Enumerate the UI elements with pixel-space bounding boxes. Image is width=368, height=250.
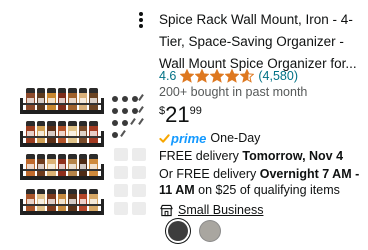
product-title[interactable]: Spice Rack Wall Mount, Iron - 4-Tier, Sp… <box>159 9 359 75</box>
small-business-icon <box>160 204 173 216</box>
prime-logo: prime <box>171 130 207 146</box>
star-icon <box>210 69 225 83</box>
price-whole: 21 <box>165 102 190 127</box>
delivery-estimate: FREE delivery Tomorrow, Nov 4 <box>159 149 343 163</box>
price-fraction: 99 <box>189 105 202 117</box>
image-thumbnail <box>132 184 146 197</box>
rating-row[interactable]: 4.6 (4,580) <box>159 68 298 84</box>
review-count[interactable]: (4,580) <box>258 69 298 83</box>
rack-tier-1 <box>20 86 104 120</box>
star-icon <box>240 69 255 83</box>
rack-tier-2 <box>20 119 104 153</box>
fast-delivery-estimate: Or FREE delivery Overnight 7 AM - 11 AM … <box>159 166 364 198</box>
star-icon <box>180 69 195 83</box>
delivery-prefix: FREE delivery <box>159 149 243 163</box>
star-rating <box>180 69 255 83</box>
small-business-badge[interactable]: Small Business <box>160 202 263 218</box>
image-thumbnail <box>114 202 128 215</box>
image-thumbnail <box>132 148 146 161</box>
color-swatch-black[interactable] <box>168 221 188 241</box>
small-business-link[interactable]: Small Business <box>178 203 263 217</box>
color-swatch-silver[interactable] <box>200 221 220 241</box>
bought-count: 200+ bought in past month <box>159 85 308 99</box>
prime-label: One-Day <box>210 131 261 145</box>
mounting-hardware <box>112 94 148 138</box>
image-thumbnail <box>114 184 128 197</box>
product-card[interactable]: Spice Rack Wall Mount, Iron - 4-Tier, Sp… <box>0 0 368 250</box>
more-vertical-icon[interactable] <box>136 10 146 30</box>
image-thumbnail <box>114 166 128 179</box>
image-thumbnail <box>132 166 146 179</box>
fast-delivery-prefix: Or FREE delivery <box>159 167 260 181</box>
star-icon <box>195 69 210 83</box>
prime-badge: prime One-Day <box>159 130 260 146</box>
product-image[interactable] <box>8 6 148 242</box>
image-thumbnail <box>114 148 128 161</box>
star-icon <box>225 69 240 83</box>
rack-tier-3 <box>20 152 104 186</box>
fast-delivery-suffix: on $25 of qualifying items <box>194 183 340 197</box>
price: $ 21 99 <box>159 103 202 127</box>
image-thumbnail <box>132 202 146 215</box>
prime-check-icon <box>159 133 170 143</box>
rack-tier-4 <box>20 187 104 221</box>
delivery-date: Tomorrow, Nov 4 <box>242 149 344 163</box>
rating-value: 4.6 <box>159 69 177 83</box>
